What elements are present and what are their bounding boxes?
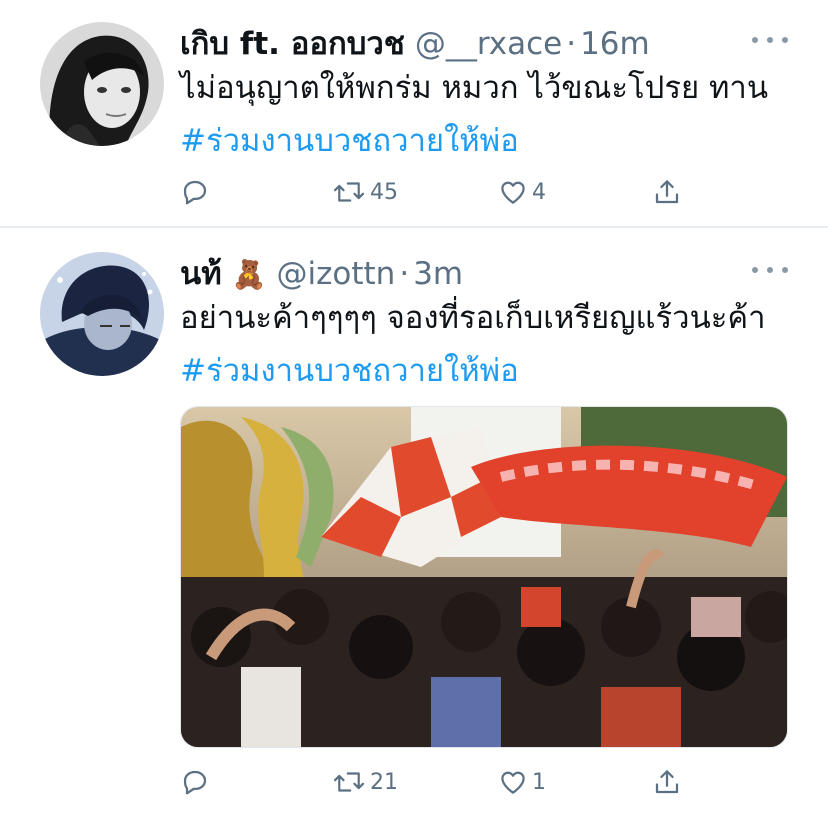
like-button[interactable]: 1 xyxy=(498,762,546,802)
timestamp[interactable]: 16m xyxy=(580,26,650,62)
share-icon xyxy=(652,767,682,797)
like-button[interactable]: 4 xyxy=(498,172,546,212)
tweet-text: ไม่อนุญาตให้พกร่ม หมวก ไว้ขณะโปรย ทาน #ร… xyxy=(180,62,798,168)
share-button[interactable] xyxy=(652,172,682,212)
share-icon xyxy=(652,177,682,207)
avatar[interactable] xyxy=(40,252,164,376)
like-count: 1 xyxy=(532,769,546,795)
tweet-actions: 21 1 xyxy=(180,762,700,802)
reply-button[interactable] xyxy=(180,762,214,802)
retweet-icon xyxy=(332,177,366,207)
timestamp[interactable]: 3m xyxy=(413,256,463,292)
display-name[interactable]: นท้ xyxy=(180,248,222,298)
tweet-text-body: อย่านะค้าๆๆๆๆ จองที่รอเก็บเหรียญแร้วนะค้… xyxy=(180,300,766,336)
heart-icon xyxy=(498,177,528,207)
retweet-count: 21 xyxy=(370,769,398,795)
teddy-bear-icon: 🧸 xyxy=(231,258,267,291)
avatar[interactable] xyxy=(40,22,164,146)
heart-icon xyxy=(498,767,528,797)
tweet[interactable]: นท้ 🧸 @izottn · 3m อย่านะค้าๆๆๆๆ จองที่ร… xyxy=(0,228,828,821)
like-count: 4 xyxy=(532,179,546,205)
retweet-button[interactable]: 45 xyxy=(332,172,398,212)
tweet-header: นท้ 🧸 @izottn · 3m xyxy=(180,248,768,292)
tweet-header: เกิบ ft. ออกบวช @__rxace · 16m xyxy=(180,18,768,62)
hashtag-link[interactable]: #ร่วมงานบวชถวายให้พ่อ xyxy=(180,123,519,159)
more-icon[interactable] xyxy=(752,260,788,280)
user-handle[interactable]: @__rxace xyxy=(415,26,562,62)
retweet-button[interactable]: 21 xyxy=(332,762,398,802)
separator-dot: · xyxy=(399,256,410,292)
display-name[interactable]: เกิบ ft. ออกบวช xyxy=(180,18,405,68)
hashtag-link[interactable]: #ร่วมงานบวชถวายให้พ่อ xyxy=(180,353,519,389)
tweet-text-body: ไม่อนุญาตให้พกร่ม หมวก ไว้ขณะโปรย ทาน xyxy=(180,70,769,106)
tweet-actions: 45 4 xyxy=(180,172,700,212)
tweet-photo[interactable] xyxy=(180,406,788,748)
reply-icon xyxy=(180,177,210,207)
user-handle[interactable]: @izottn xyxy=(277,256,396,292)
reply-button[interactable] xyxy=(180,172,214,212)
more-icon[interactable] xyxy=(752,30,788,50)
separator-dot: · xyxy=(566,26,577,62)
share-button[interactable] xyxy=(652,762,682,802)
reply-icon xyxy=(180,767,210,797)
tweet-text: อย่านะค้าๆๆๆๆ จองที่รอเก็บเหรียญแร้วนะค้… xyxy=(180,292,798,398)
retweet-icon xyxy=(332,767,366,797)
retweet-count: 45 xyxy=(370,179,398,205)
tweet[interactable]: เกิบ ft. ออกบวช @__rxace · 16m ไม่อนุญาต… xyxy=(0,0,828,226)
